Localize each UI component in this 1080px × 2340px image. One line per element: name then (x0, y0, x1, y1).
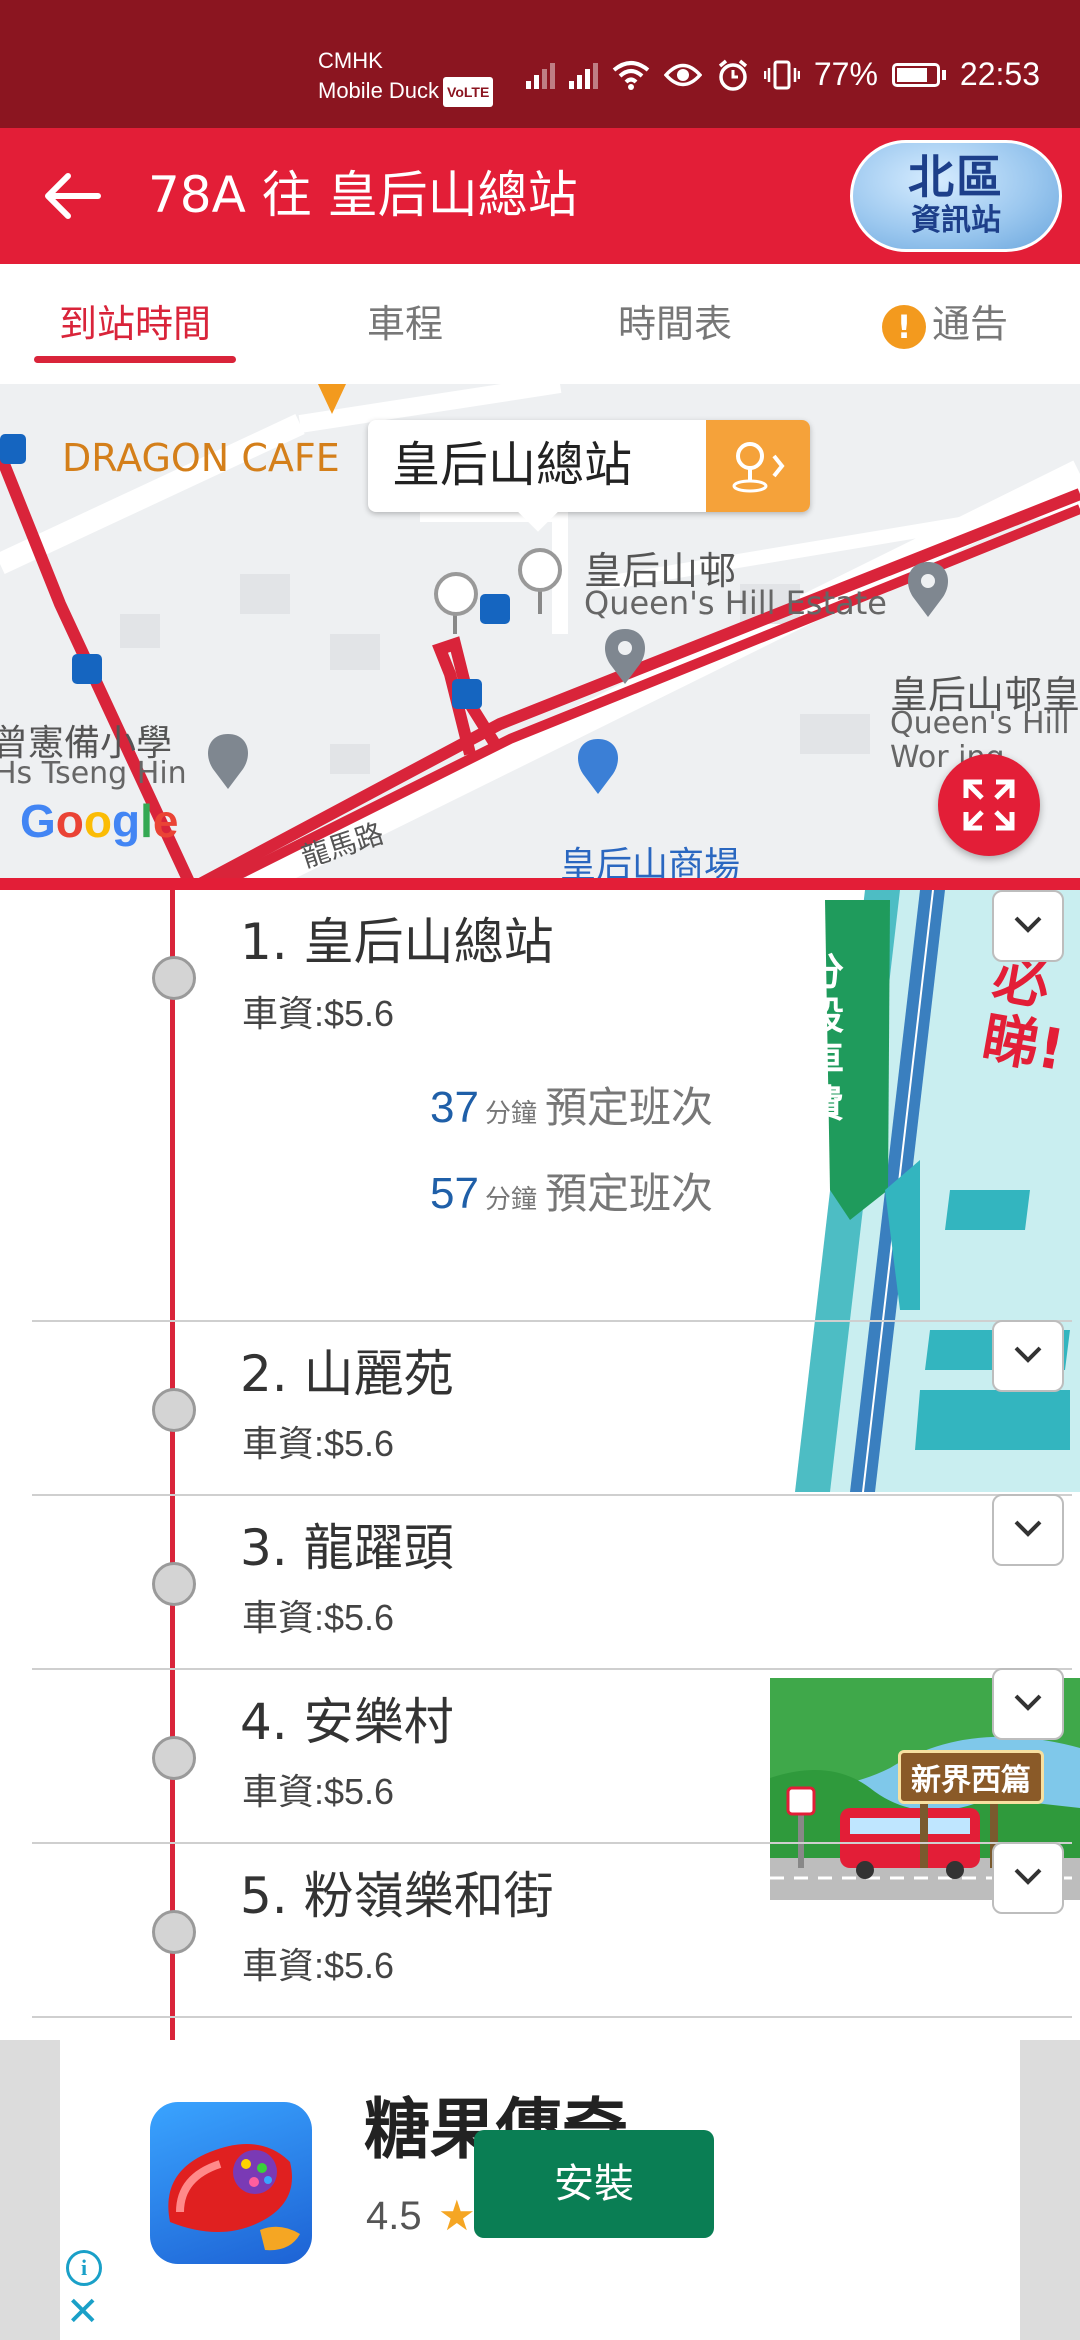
status-icons: 77% 22:53 (525, 56, 1040, 93)
bottom-ad-banner[interactable]: 糖果傳奇 4.5 ★ 免費 安裝 i ✕ (0, 2040, 1080, 2340)
app-bar: 78A 往 皇后山總站 北區 資訊站 (0, 128, 1080, 264)
ad-card[interactable]: 糖果傳奇 4.5 ★ 免費 安裝 i ✕ (60, 2040, 1020, 2340)
stop-dot (152, 1910, 196, 1954)
stop-item[interactable]: 4. 安樂村 車資:$5.6 (32, 1670, 1080, 1844)
battery-percent: 77% (813, 56, 878, 92)
status-bar: CMHK Mobile Duck VoLTE 77% 22:53 (0, 0, 1080, 128)
tab-label: 通告 (931, 302, 1008, 346)
tab-label: 時間表 (617, 302, 732, 346)
tab-timetable[interactable]: 時間表 (560, 264, 790, 384)
tab-label: 到站時間 (58, 302, 211, 346)
star-icon: ★ (438, 2191, 476, 2240)
stop-item[interactable]: 1. 皇后山總站 車資:$5.6 37 分鐘 預定班次 57 分鐘 預定班次 (32, 890, 1080, 1322)
chevron-down-icon (1014, 1346, 1042, 1363)
navigate-icon (732, 442, 785, 493)
volte-badge: VoLTE (443, 77, 494, 108)
stop-fare: 車資:$5.6 (242, 1423, 395, 1464)
north-district-info-badge[interactable]: 北區 資訊站 (850, 140, 1062, 252)
route-map[interactable]: DRAGON CAFE 皇后山邨 Queen's Hill Estate 皇后山… (0, 384, 1080, 884)
eye-icon (663, 63, 702, 86)
signal-icon-2 (568, 61, 598, 89)
stop-dot (152, 1736, 196, 1780)
stop-name: 1. 皇后山總站 (240, 913, 554, 971)
eta-minutes: 37 (430, 1083, 479, 1132)
carrier-info: CMHK Mobile Duck VoLTE (318, 46, 494, 108)
stop-name: 3. 龍躍頭 (240, 1519, 454, 1577)
expand-stop-button[interactable] (992, 1494, 1064, 1566)
expand-stop-button[interactable] (992, 1668, 1064, 1740)
signal-icon (525, 61, 555, 89)
stop-item[interactable]: 3. 龍躍頭 車資:$5.6 (32, 1496, 1080, 1670)
wifi-icon (612, 60, 650, 90)
stop-fare: 車資:$5.6 (242, 1597, 395, 1638)
carrier-name: CMHK (318, 48, 383, 73)
route-title: 78A 往 皇后山總站 (148, 166, 578, 224)
stop-item[interactable]: 5. 粉嶺樂和街 車資:$5.6 (32, 1844, 1080, 2018)
alarm-icon (718, 59, 747, 91)
install-button[interactable]: 安裝 (474, 2130, 714, 2238)
chevron-down-icon (1014, 1520, 1042, 1537)
map-label-estate-en: Queen's Hill Estate (584, 584, 887, 622)
stop-item[interactable]: 2. 山麗苑 車資:$5.6 (32, 1322, 1080, 1496)
map-label-dragon-cafe: DRAGON CAFE (62, 436, 340, 480)
eta-row: 57 分鐘 預定班次 (430, 1166, 713, 1228)
tab-arrival-time[interactable]: 到站時間 (20, 264, 250, 384)
stop-fare: 車資:$5.6 (242, 993, 395, 1034)
map-label-school-en: Hs Tseng Hin (0, 756, 187, 791)
chevron-down-icon (1014, 1694, 1042, 1711)
row-divider (32, 2016, 1072, 2018)
clock: 22:53 (959, 56, 1040, 92)
map-label-mall: 皇后山商場 (560, 845, 741, 884)
stop-list[interactable]: 分段車費 必睇! 北區 新界西篇 1. 皇后山總站 車資:$5.6 37分鐘預定… (0, 890, 1080, 2040)
stop-name: 4. 安樂村 (240, 1693, 454, 1751)
back-arrow-icon[interactable] (40, 164, 104, 228)
battery-icon (891, 62, 946, 87)
stop-name: 5. 粉嶺樂和街 (240, 1867, 554, 1925)
stop-fare: 車資:$5.6 (242, 1945, 395, 1986)
eta-note: 預定班次 (544, 1169, 713, 1218)
expand-map-button[interactable] (938, 754, 1040, 856)
expand-stop-button[interactable] (992, 890, 1064, 962)
callout-stop-name: 皇后山總站 (392, 437, 633, 493)
vibrate-icon (763, 60, 800, 89)
expand-stop-button[interactable] (992, 1842, 1064, 1914)
eta-row: 37 分鐘 預定班次 (430, 1080, 713, 1142)
tab-bar: 到站時間 車程 時間表 ! 通告 (0, 264, 1080, 384)
map-divider (0, 878, 1080, 890)
alert-icon: ! (881, 304, 926, 349)
candy-crush-app-icon (150, 2102, 312, 2264)
stop-name: 2. 山麗苑 (240, 1345, 454, 1403)
stop-dot (152, 956, 196, 1000)
eta-unit: 分鐘 (484, 1099, 537, 1129)
eta-note: 預定班次 (544, 1083, 713, 1132)
navigate-button[interactable] (706, 420, 810, 512)
eta-unit: 分鐘 (484, 1185, 537, 1215)
badge-line1: 北區 (908, 150, 1004, 204)
expand-stop-button[interactable] (992, 1320, 1064, 1392)
ad-rating: 4.5 (366, 2194, 422, 2238)
tab-label: 車程 (366, 302, 443, 346)
tab-notice[interactable]: ! 通告 (830, 264, 1060, 384)
active-tab-indicator (34, 356, 236, 363)
expand-icon (963, 779, 1015, 831)
stop-dot (152, 1388, 196, 1432)
ad-info-icon[interactable]: i (66, 2250, 102, 2286)
tab-journey[interactable]: 車程 (290, 264, 520, 384)
ad-close-icon[interactable]: ✕ (66, 2292, 100, 2332)
chevron-down-icon (1014, 916, 1042, 933)
stop-callout[interactable]: 皇后山總站 (368, 420, 810, 532)
badge-line2: 資訊站 (911, 203, 1001, 238)
stop-dot (152, 1562, 196, 1606)
carrier-subname: Mobile Duck (318, 78, 440, 103)
stop-fare: 車資:$5.6 (242, 1771, 395, 1812)
map-label-estate-2-en: Queen's Hill E (890, 706, 1080, 741)
google-logo: Google (20, 795, 179, 847)
chevron-down-icon (1014, 1868, 1042, 1885)
eta-minutes: 57 (430, 1169, 479, 1218)
